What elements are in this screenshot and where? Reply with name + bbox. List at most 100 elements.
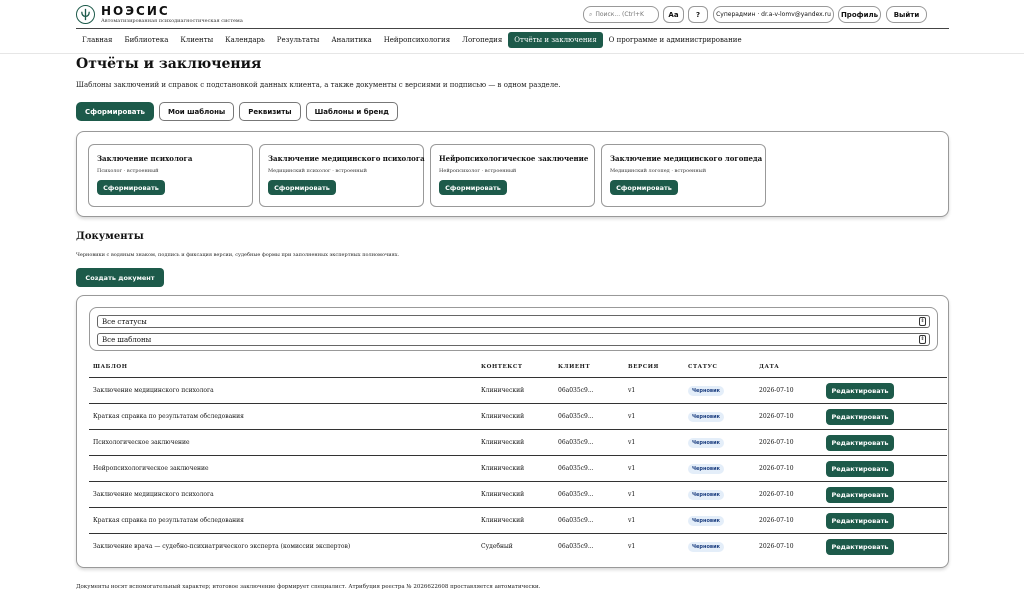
user-account[interactable]: Суперадмин · dr.a-v-lomv@yandex.ru <box>713 6 834 23</box>
create-document-button[interactable]: Создать документ <box>76 268 164 287</box>
cell-version: v1 <box>628 439 636 446</box>
generate-button[interactable]: Сформировать <box>610 180 678 195</box>
table-header: ШАБЛОН КОНТЕКСТ КЛИЕНТ ВЕРСИЯ СТАТУС ДАТ… <box>93 364 943 376</box>
edit-button[interactable]: Редактировать <box>826 539 894 555</box>
cell-client: 06a035c9... <box>558 517 594 524</box>
chevron-updown-icon: ⇕ <box>919 335 926 344</box>
table-row: Краткая справка по результатам обследова… <box>89 507 947 533</box>
cell-context: Клинический <box>481 491 525 498</box>
table-row: Заключение медицинского психолога Клинич… <box>89 481 947 507</box>
nav-item-calendar[interactable]: Календарь <box>219 32 271 48</box>
nav-item-library[interactable]: Библиотека <box>118 32 174 48</box>
cell-template: Заключение медицинского психолога <box>93 491 214 498</box>
nav-item-home[interactable]: Главная <box>76 32 118 48</box>
documents-subtitle: Черновики с водяным знаком, подпись и фи… <box>76 252 400 258</box>
cell-client: 06a035c9... <box>558 465 594 472</box>
template-card-title: Заключение медицинского логопеда <box>610 154 763 163</box>
profile-button[interactable]: Профиль <box>838 6 881 23</box>
nav-item-reports[interactable]: Отчёты и заключения <box>508 31 603 48</box>
template-card: Нейропсихологическое заключение Нейропси… <box>430 144 595 207</box>
column-header-client: КЛИЕНТ <box>558 364 591 370</box>
documents-panel: Все статусы ⇕ Все шаблоны ⇕ ШАБЛОН КОНТЕ… <box>76 295 949 568</box>
cell-date: 2026-07-10 <box>759 517 794 524</box>
template-filter-select[interactable]: Все шаблоны ⇕ <box>97 333 930 346</box>
cell-context: Судебный <box>481 543 513 550</box>
edit-button[interactable]: Редактировать <box>826 461 894 477</box>
nav-item-neuropsychology[interactable]: Нейропсихология <box>378 32 456 48</box>
cell-template: Заключение медицинского психолога <box>93 387 214 394</box>
page-subtitle: Шаблоны заключений и справок с подстанов… <box>76 81 561 89</box>
cell-version: v1 <box>628 465 636 472</box>
search-input[interactable] <box>595 11 654 18</box>
cell-context: Клинический <box>481 387 525 394</box>
cell-date: 2026-07-10 <box>759 413 794 420</box>
table-row: Краткая справка по результатам обследова… <box>89 403 947 429</box>
generate-button[interactable]: Сформировать <box>97 180 165 195</box>
cell-date: 2026-07-10 <box>759 439 794 446</box>
template-card-title: Заключение медицинского психолога <box>268 154 425 163</box>
tab-generate[interactable]: Сформировать <box>76 102 154 121</box>
top-bar: НОЭСИС Автоматизированная психодиагности… <box>0 0 1024 54</box>
generate-button[interactable]: Сформировать <box>268 180 336 195</box>
cell-version: v1 <box>628 387 636 394</box>
cell-template: Нейропсихологическое заключение <box>93 465 209 472</box>
template-card-title: Заключение психолога <box>97 154 193 163</box>
logout-button[interactable]: Выйти <box>886 6 927 23</box>
column-header-status: СТАТУС <box>688 364 718 370</box>
nav-item-clients[interactable]: Клиенты <box>174 32 219 48</box>
cell-version: v1 <box>628 517 636 524</box>
cell-template: Психологическое заключение <box>93 439 190 446</box>
template-card: Заключение медицинского психолога Медици… <box>259 144 425 207</box>
template-card-title: Нейропсихологическое заключение <box>439 154 589 163</box>
edit-button[interactable]: Редактировать <box>826 409 894 425</box>
documents-title: Документы <box>76 231 144 242</box>
nav-item-analytics[interactable]: Аналитика <box>325 32 377 48</box>
search-box[interactable]: ⌕ <box>583 6 659 23</box>
footer-note: Документы носят вспомогательный характер… <box>76 584 541 590</box>
cell-version: v1 <box>628 491 636 498</box>
page-title: Отчёты и заключения <box>76 56 262 72</box>
status-badge: Черновик <box>688 464 724 474</box>
generate-button[interactable]: Сформировать <box>439 180 507 195</box>
cell-context: Клинический <box>481 465 525 472</box>
status-badge: Черновик <box>688 386 724 396</box>
nav-item-about-admin[interactable]: О программе и администрирование <box>603 32 748 48</box>
nav-item-speech-therapy[interactable]: Логопедия <box>456 32 508 48</box>
status-filter-value: Все статусы <box>102 317 147 326</box>
tab-my-templates[interactable]: Мои шаблоны <box>159 102 235 121</box>
status-badge: Черновик <box>688 490 724 500</box>
template-card-subtitle: Психолог · встроенный <box>97 168 159 174</box>
cell-template: Заключение врача — судебно-психиатрическ… <box>93 543 351 550</box>
column-header-template: ШАБЛОН <box>93 364 128 370</box>
edit-button[interactable]: Редактировать <box>826 513 894 529</box>
column-header-context: КОНТЕКСТ <box>481 364 523 370</box>
status-badge: Черновик <box>688 412 724 422</box>
tab-templates-brand[interactable]: Шаблоны и бренд <box>305 102 398 121</box>
font-size-button[interactable]: Aa <box>663 6 684 23</box>
main-nav: Главная Библиотека Клиенты Календарь Рез… <box>76 31 748 48</box>
app-name: НОЭСИС <box>101 4 170 18</box>
edit-button[interactable]: Редактировать <box>826 487 894 503</box>
cell-client: 06a035c9... <box>558 491 594 498</box>
tab-requisites[interactable]: Реквизиты <box>239 102 301 121</box>
edit-button[interactable]: Редактировать <box>826 383 894 399</box>
cell-date: 2026-07-10 <box>759 465 794 472</box>
column-header-version: ВЕРСИЯ <box>628 364 660 370</box>
cell-client: 06a035c9... <box>558 543 594 550</box>
template-filter-value: Все шаблоны <box>102 335 152 344</box>
app-tagline: Автоматизированная психодиагностическая … <box>101 18 243 24</box>
cell-client: 06a035c9... <box>558 387 594 394</box>
column-header-date: ДАТА <box>759 364 780 370</box>
status-badge: Черновик <box>688 516 724 526</box>
help-button[interactable]: ? <box>688 6 708 23</box>
template-card-subtitle: Медицинский логопед · встроенный <box>610 168 707 174</box>
search-icon: ⌕ <box>589 10 593 18</box>
cell-version: v1 <box>628 543 636 550</box>
edit-button[interactable]: Редактировать <box>826 435 894 451</box>
cell-context: Клинический <box>481 413 525 420</box>
nav-item-results[interactable]: Результаты <box>271 32 326 48</box>
status-filter-select[interactable]: Все статусы ⇕ <box>97 315 930 328</box>
cell-client: 06a035c9... <box>558 413 594 420</box>
template-card-subtitle: Нейропсихолог · встроенный <box>439 168 517 174</box>
logo-icon[interactable] <box>76 5 95 24</box>
